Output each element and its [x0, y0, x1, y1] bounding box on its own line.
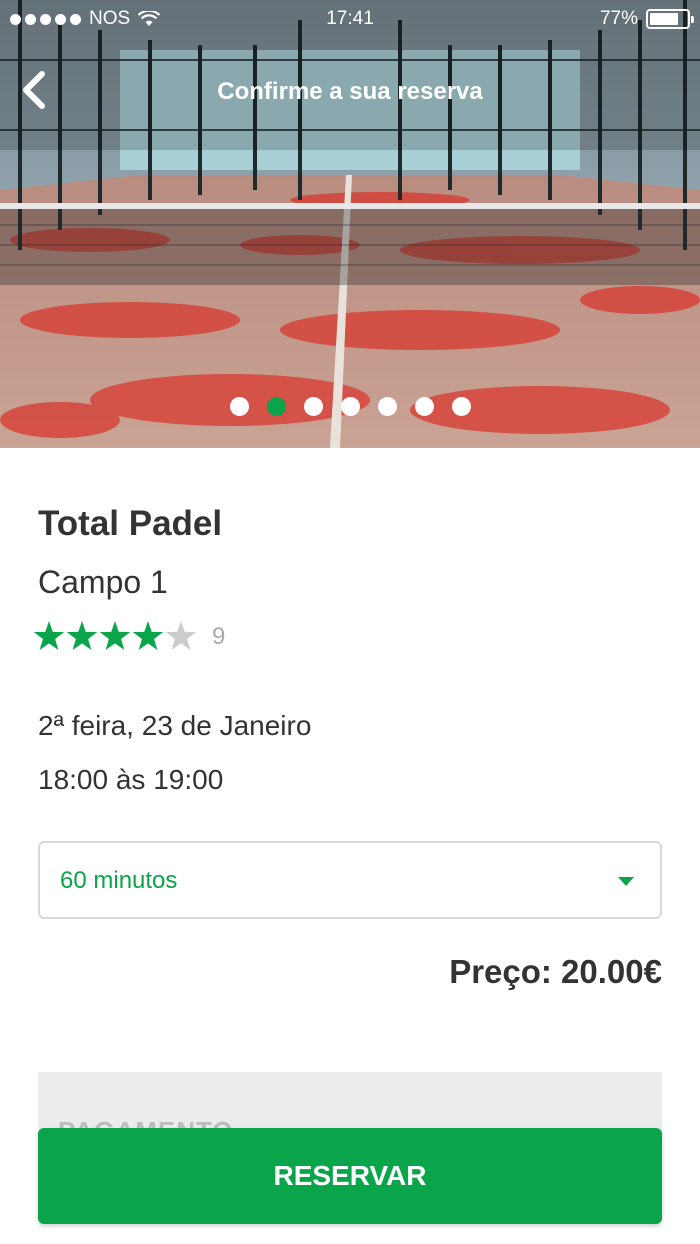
rating: 9	[33, 620, 225, 654]
carousel-dot[interactable]	[451, 397, 471, 416]
carousel-dot[interactable]	[303, 397, 323, 416]
duration-value: 60 minutos	[60, 867, 178, 894]
carousel-dot[interactable]	[377, 397, 397, 416]
carousel-dot[interactable]	[229, 397, 249, 416]
booking-time: 18:00 às 19:00	[38, 764, 224, 795]
court-name: Campo 1	[38, 564, 168, 600]
nav-bar: Confirme a sua reserva	[0, 40, 700, 150]
venue-name: Total Padel	[38, 504, 223, 543]
carousel-dot[interactable]	[266, 397, 286, 416]
star-filled-icon	[33, 621, 65, 650]
court-photo-carousel[interactable]: NOS 17:41 77% Confirme a sua reserva	[0, 0, 700, 448]
star-filled-icon	[99, 621, 131, 650]
booking-date: 2ª feira, 23 de Janeiro	[38, 710, 312, 741]
carousel-dot[interactable]	[340, 397, 360, 416]
status-bar: NOS 17:41 77%	[0, 0, 700, 40]
star-rating	[33, 621, 197, 650]
star-filled-icon	[66, 621, 98, 650]
star-empty-icon	[165, 621, 197, 650]
battery-icon	[646, 9, 694, 29]
reserve-button[interactable]: RESERVAR	[38, 1128, 662, 1224]
carousel-dot[interactable]	[414, 397, 434, 416]
status-right: 77%	[599, 8, 694, 30]
rating-count: 9	[212, 623, 226, 650]
duration-select[interactable]: 60 minutos	[38, 841, 662, 919]
status-time: 17:41	[326, 8, 374, 29]
star-filled-icon	[132, 621, 164, 650]
price-label: Preço: 20.00€	[449, 953, 662, 990]
carousel-pager[interactable]	[0, 397, 700, 416]
page-title: Confirme a sua reserva	[217, 78, 483, 105]
caret-down-icon	[618, 877, 634, 886]
battery-percent: 77%	[599, 8, 638, 29]
